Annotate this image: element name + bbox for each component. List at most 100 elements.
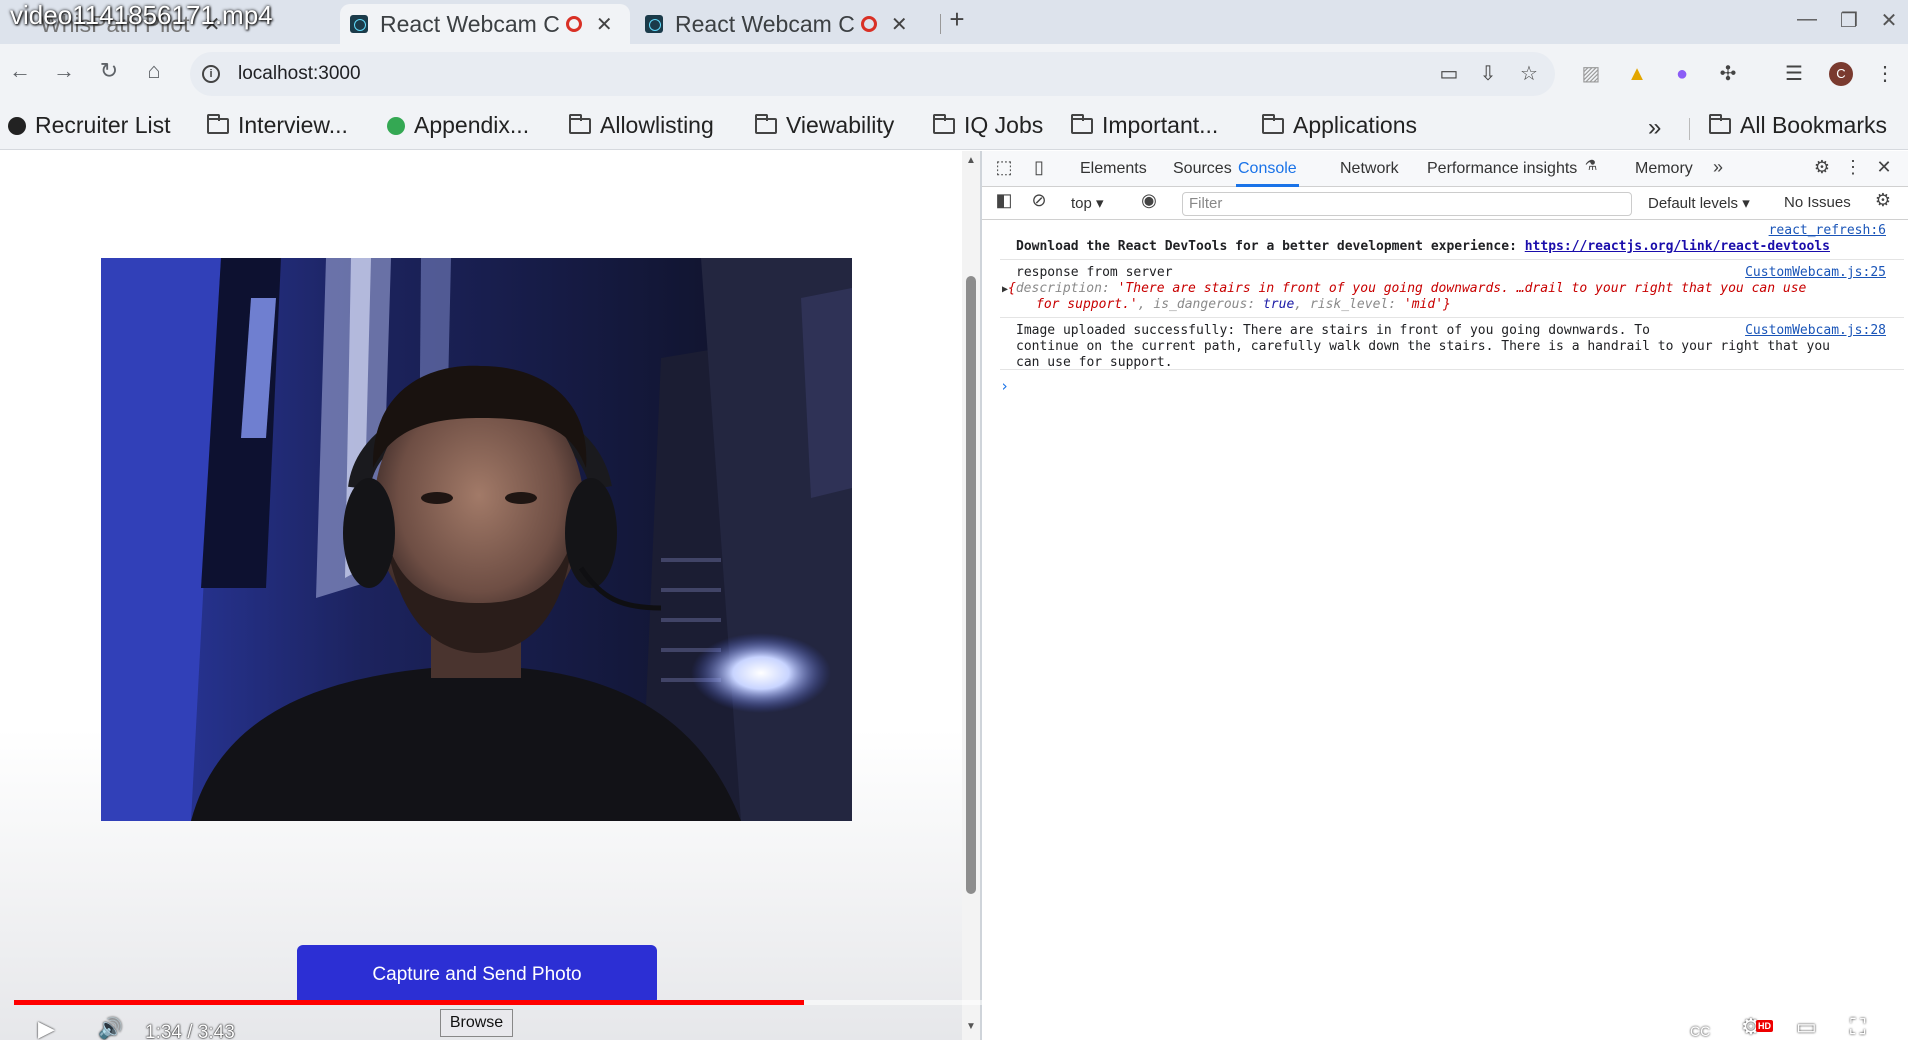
web-page: Capture and Send Photo Browse [0,151,968,1040]
site-info-icon[interactable]: i [202,65,220,83]
extension-a-icon[interactable]: ▲ [1625,62,1649,86]
tab-elements[interactable]: Elements [1080,157,1147,187]
bookmark-label: Applications [1293,112,1418,138]
console-message-response: response from server CustomWebcam.js:25 [1016,265,1886,282]
bookmark-iq-jobs[interactable]: IQ Jobs [933,112,1043,139]
tab-strip: WhisPath Pilot ✕ React Webcam C ✕ React … [0,0,1908,44]
folder-icon [933,113,955,134]
live-expression-eye-icon[interactable]: ◉ [1137,190,1161,211]
more-options-icon[interactable]: ⋮ [1841,157,1865,178]
camera-icon[interactable]: ▭ [1437,62,1461,86]
bookmark-allowlisting[interactable]: Allowlisting [569,112,714,139]
tab-react-webcam-active[interactable]: React Webcam C ✕ [340,4,630,44]
url-text[interactable]: localhost:3000 [238,63,361,85]
minimize-button[interactable]: — [1795,8,1819,31]
bookmark-viewability[interactable]: Viewability [755,112,894,139]
divider [1000,369,1904,370]
folder-icon [207,113,229,134]
bookmark-star-icon[interactable]: ☆ [1517,62,1541,86]
bookmark-interview[interactable]: Interview... [207,112,348,139]
object-value: for support.' [1036,297,1138,312]
bookmark-label: Recruiter List [35,112,171,138]
close-tab-icon[interactable]: ✕ [596,12,613,37]
log-levels-dropdown[interactable]: Default levels ▾ [1648,194,1750,212]
issues-counter[interactable]: No Issues [1784,194,1851,211]
console-filter-input[interactable]: Filter [1182,192,1632,216]
fullscreen-button[interactable]: ⛶ [1850,1014,1865,1040]
object-key: description [1015,281,1102,296]
volume-icon[interactable]: 🔊 [98,1016,123,1040]
forward-button[interactable]: → [49,58,79,84]
tab-sources[interactable]: Sources [1173,157,1232,187]
close-window-button[interactable]: ✕ [1877,8,1901,33]
react-devtools-link[interactable]: https://reactjs.org/link/react-devtools [1525,239,1830,254]
profile-avatar[interactable]: C [1829,62,1853,86]
console-message-upload-line2: continue on the current path, carefully … [1016,339,1830,354]
scroll-up-arrow-icon[interactable]: ▲ [966,155,976,166]
extension-icon[interactable]: ▨ [1579,62,1603,86]
close-devtools-icon[interactable]: ✕ [1872,157,1896,178]
bookmarks-bar: Recruiter List Interview... Appendix... … [0,106,1908,150]
close-tab-icon[interactable]: ✕ [891,12,908,37]
folder-icon [755,113,777,134]
bookmark-applications[interactable]: Applications [1262,112,1417,139]
response-object-line2: for support.', is_dangerous: true, risk_… [1036,297,1451,312]
recording-icon [860,16,877,32]
extensions-puzzle-icon[interactable]: ✣ [1716,62,1740,86]
context-selector[interactable]: top ▾ [1071,194,1104,212]
reload-button[interactable]: ↻ [94,58,124,84]
bookmark-important[interactable]: Important... [1071,112,1218,139]
clear-console-icon[interactable]: ⊘ [1027,190,1051,211]
webcam-feed [101,258,852,821]
home-button[interactable]: ⌂ [139,58,169,84]
play-button[interactable]: ▶ [38,1016,55,1040]
bookmarks-overflow-button[interactable]: » [1648,114,1661,142]
all-bookmarks[interactable]: All Bookmarks [1709,112,1887,139]
miniplayer-button[interactable]: ▭ [1796,1014,1817,1040]
brace: } [1443,297,1451,312]
install-app-icon[interactable]: ⇩ [1476,62,1500,86]
back-button[interactable]: ← [5,58,35,84]
bookmark-favicon-icon [387,116,405,135]
source-link[interactable]: CustomWebcam.js:28 [1745,323,1886,340]
bookmark-appendix[interactable]: Appendix... [387,112,529,139]
device-toolbar-icon[interactable]: ▯ [1027,157,1051,178]
address-bar[interactable]: i localhost:3000 [190,52,1555,96]
sidebar-toggle-icon[interactable]: ◧ [992,190,1016,211]
bookmark-label: Interview... [238,112,348,138]
more-tabs-icon[interactable]: » [1706,157,1730,178]
bookmark-recruiter-list[interactable]: Recruiter List [8,112,170,139]
restore-button[interactable]: ❐ [1837,8,1861,33]
media-control-icon[interactable]: ☰ [1782,62,1806,86]
source-link[interactable]: CustomWebcam.js:25 [1745,265,1886,282]
inspect-element-icon[interactable]: ⬚ [992,157,1016,178]
settings-gear-icon[interactable]: ⚙ [1810,157,1834,178]
video-progress-bar[interactable] [14,1000,1889,1005]
page-scrollbar[interactable]: ▲ ▼ [962,151,980,1040]
capture-and-send-photo-button[interactable]: Capture and Send Photo [297,945,657,1005]
new-tab-button[interactable]: + [942,4,972,35]
menu-kebab-icon[interactable]: ⋮ [1873,62,1897,86]
console-filter-bar: ◧ ⊘ top ▾ ◉ Filter Default levels ▾ No I… [982,188,1908,220]
bookmark-favicon-icon [8,116,26,135]
bookmark-label: Appendix... [414,112,530,138]
screen: { "video": { "title": "video1141856171.m… [0,0,1908,1040]
recording-icon [565,16,582,32]
tab-performance-insights[interactable]: Performance insights [1427,157,1577,187]
webcam-image [101,258,852,821]
tab-network[interactable]: Network [1340,157,1399,187]
console-settings-gear-icon[interactable]: ⚙ [1871,190,1895,211]
tab-memory[interactable]: Memory [1635,157,1693,187]
scrollbar-thumb[interactable] [966,276,976,894]
tab-react-webcam[interactable]: React Webcam C ✕ [645,4,915,44]
captions-button[interactable]: CC [1685,1022,1716,1040]
folder-icon [1262,113,1284,134]
source-link[interactable]: react_refresh:6 [1769,223,1886,240]
video-title: video1141856171.mp4 [10,0,273,30]
response-object[interactable]: ▶{description: 'There are stairs in fron… [1002,281,1872,299]
console-prompt[interactable]: › [1000,377,1009,395]
extension-circle-icon[interactable]: ● [1670,62,1694,86]
tab-console[interactable]: Console [1236,157,1299,187]
bookmark-label: Viewability [786,112,895,138]
context-label: top [1071,195,1092,212]
